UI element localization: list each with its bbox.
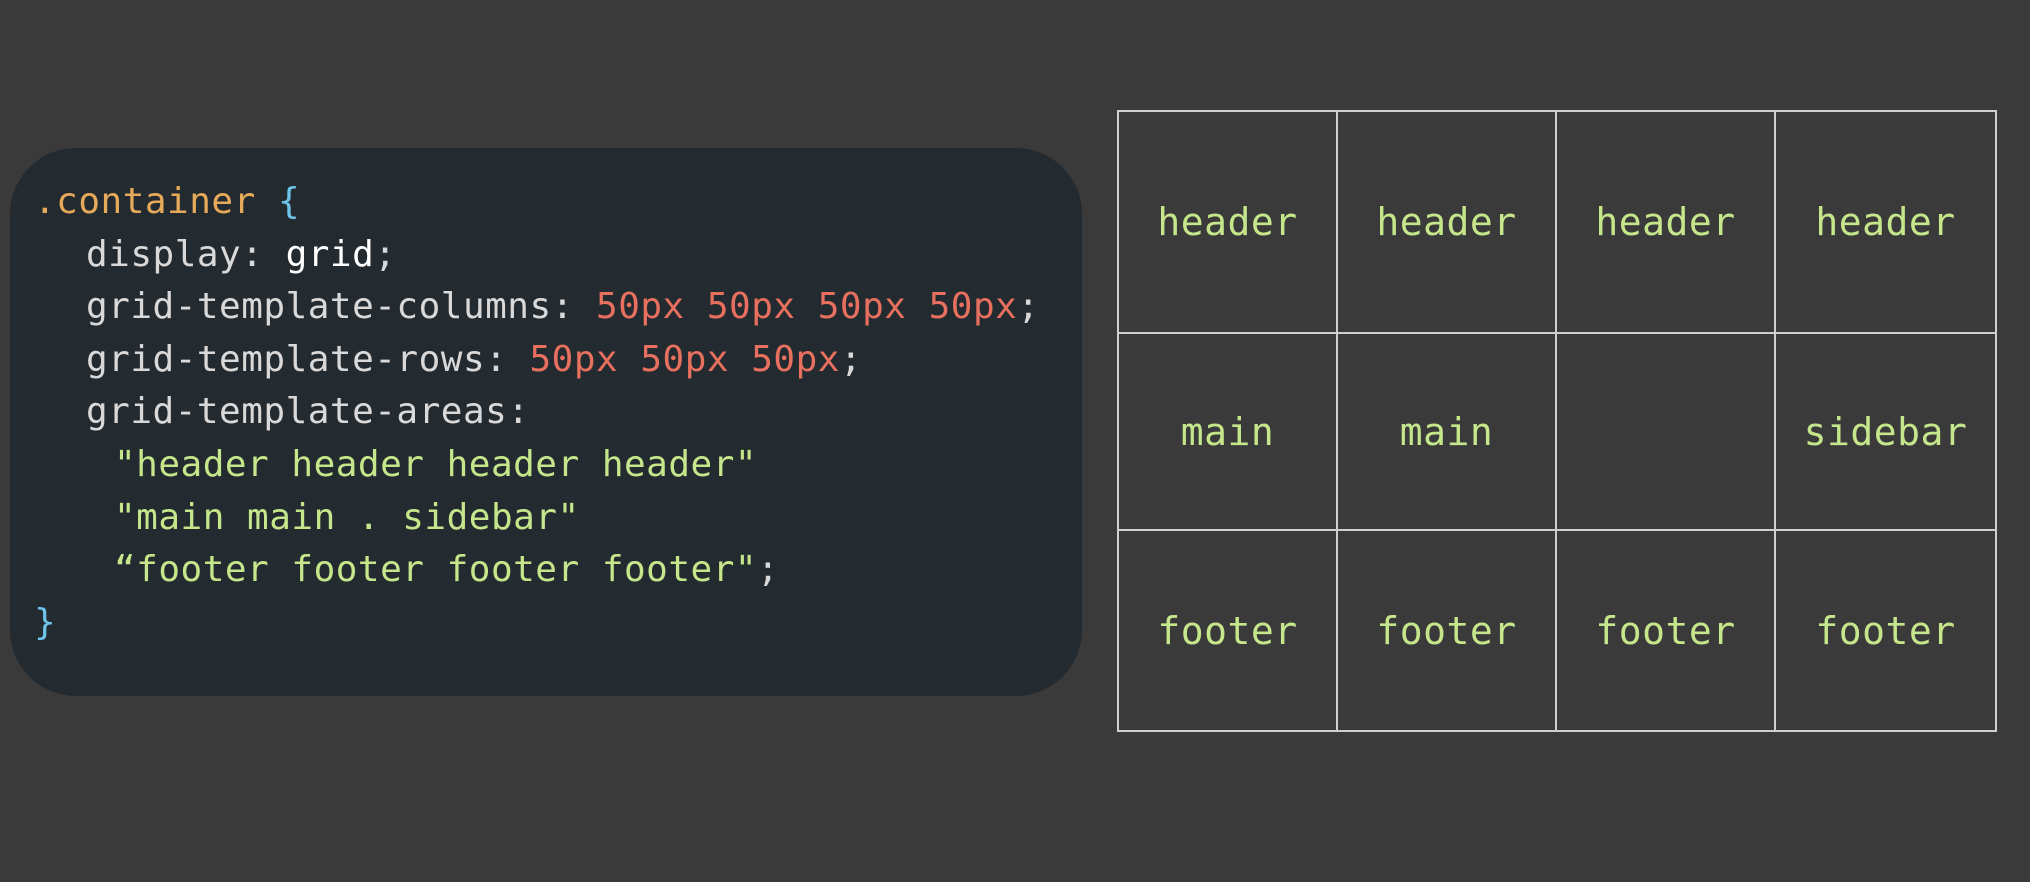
open-brace: { [277, 181, 301, 222]
code-line-close: } [10, 597, 1082, 650]
areas-string-1: "header header header header" [114, 443, 758, 485]
columns-property: grid-template-columns [86, 286, 552, 328]
grid-cell-empty [1557, 334, 1776, 531]
code-line-rows: grid-template-rows: 50px 50px 50px; [86, 338, 863, 380]
close-brace: } [34, 601, 57, 643]
rows-value: 50px 50px 50px [529, 338, 840, 380]
display-property: display [86, 233, 242, 275]
grid-cell-header: header [1119, 112, 1338, 334]
rows-property: grid-template-rows [86, 338, 486, 380]
grid-cell-header: header [1338, 112, 1557, 334]
areas-string-2: "main main . sidebar" [114, 496, 580, 538]
grid-cell-footer: footer [1815, 608, 1956, 653]
display-value: grid [285, 233, 375, 275]
code-panel: .container { display: grid; grid-templat… [10, 148, 1082, 696]
areas-string-3: “footer footer footer footer" [114, 549, 758, 591]
grid-cell-header: header [1776, 112, 1995, 334]
code-line-display: display: grid; [86, 233, 397, 275]
grid-cell-main: main [1119, 334, 1338, 531]
code-line-columns: grid-template-columns: 50px 50px 50px 50… [86, 286, 1040, 328]
grid-cell-main: main [1338, 334, 1557, 531]
css-selector: .container [34, 181, 256, 222]
areas-property: grid-template-areas [86, 391, 508, 433]
code-line-areas-row-3: “footer footer footer footer"; [114, 549, 780, 591]
code-line-selector: .container { [10, 176, 1082, 229]
grid-cell-footer: footer [1338, 531, 1557, 730]
grid-cell-sidebar: sidebar [1776, 334, 1995, 531]
grid-diagram: header header header header main main si… [1117, 110, 1997, 732]
grid-cell-header: header [1557, 112, 1776, 334]
code-line-areas-row-2: "main main . sidebar" [10, 492, 1082, 545]
columns-value: 50px 50px 50px 50px [596, 286, 1018, 328]
grid-cell-footer: footer [1557, 531, 1776, 730]
code-line-areas-row-1: "header header header header" [10, 439, 1082, 492]
code-line-areas: grid-template-areas: [86, 391, 530, 433]
grid-cell-footer: footer [1119, 531, 1338, 730]
